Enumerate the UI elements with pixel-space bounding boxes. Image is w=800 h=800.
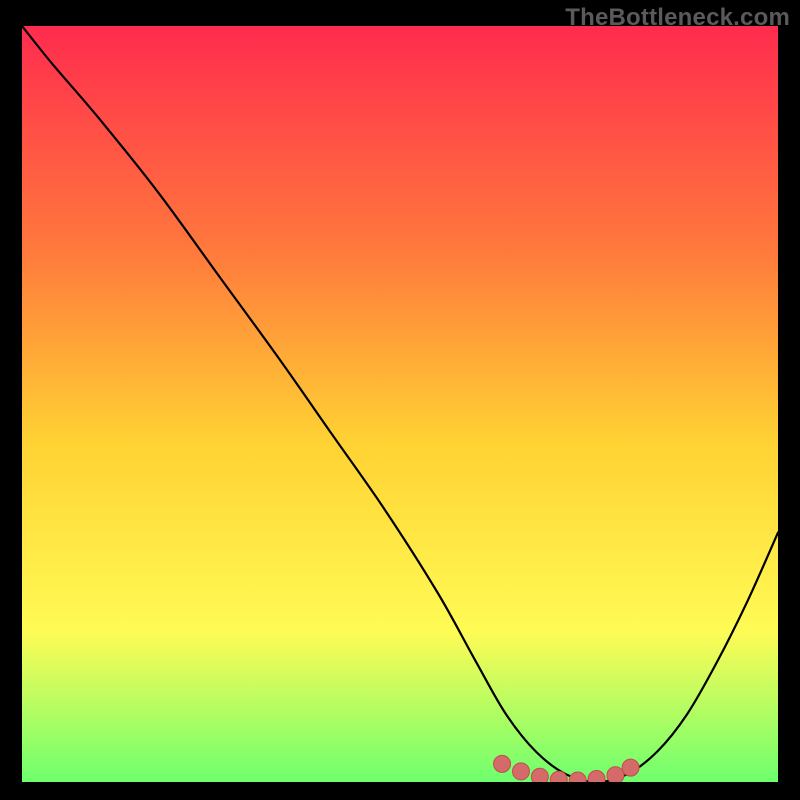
optimal-marker — [512, 763, 529, 780]
chart-plot-area — [22, 26, 778, 782]
optimal-marker — [494, 755, 511, 772]
chart-frame: TheBottleneck.com — [0, 0, 800, 800]
chart-svg — [22, 26, 778, 782]
optimal-marker — [622, 759, 639, 776]
optimal-marker — [607, 767, 624, 782]
chart-background-gradient — [22, 26, 778, 782]
optimal-marker — [531, 768, 548, 782]
